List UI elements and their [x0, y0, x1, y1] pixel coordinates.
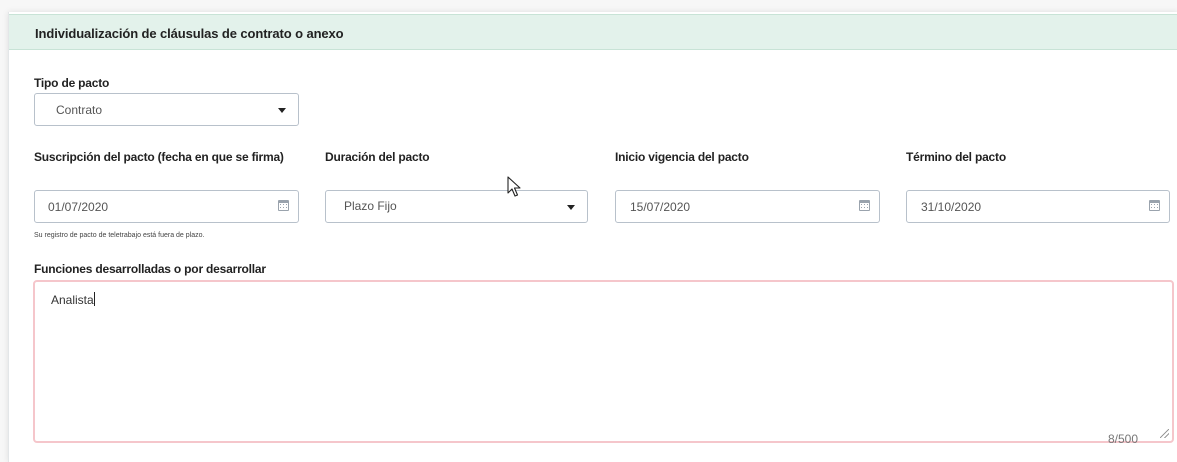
- tipo-pacto-label: Tipo de pacto: [34, 76, 110, 90]
- duracion-value: Plazo Fijo: [344, 199, 397, 213]
- text-cursor: [93, 292, 95, 306]
- character-counter: 8/500: [1108, 432, 1139, 446]
- termino-label: Término del pacto: [906, 150, 1006, 164]
- suscripcion-hint: Su registro de pacto de teletrabajo está…: [34, 232, 205, 239]
- suscripcion-label: Suscripción del pacto (fecha en que se f…: [34, 150, 284, 164]
- duracion-select[interactable]: Plazo Fijo: [325, 190, 588, 223]
- suscripcion-date-value: 01/07/2020: [48, 200, 109, 214]
- resize-handle-icon[interactable]: [1160, 429, 1169, 438]
- caret-down-icon: [567, 205, 575, 210]
- calendar-icon[interactable]: [278, 200, 289, 211]
- caret-down-icon: [278, 108, 286, 113]
- funciones-value: Analista: [51, 292, 95, 307]
- inicio-label: Inicio vigencia del pacto: [615, 150, 749, 164]
- inicio-date-value: 15/07/2020: [630, 200, 691, 214]
- funciones-textarea[interactable]: Analista: [33, 280, 1174, 443]
- tipo-pacto-value: Contrato: [56, 103, 103, 117]
- mouse-pointer-icon: [507, 176, 521, 197]
- funciones-label: Funciones desarrolladas o por desarrolla…: [34, 262, 266, 276]
- duracion-label: Duración del pacto: [325, 150, 430, 164]
- termino-date-value: 31/10/2020: [921, 200, 982, 214]
- card-header: Individualización de cláusulas de contra…: [9, 14, 1177, 50]
- calendar-icon[interactable]: [1149, 200, 1160, 211]
- calendar-icon[interactable]: [859, 200, 870, 211]
- inicio-date-input[interactable]: 15/07/2020: [615, 190, 880, 223]
- funciones-text: Analista: [51, 293, 94, 307]
- section-title: Individualización de cláusulas de contra…: [35, 26, 344, 41]
- suscripcion-date-input[interactable]: 01/07/2020: [34, 190, 299, 223]
- clauses-card: Individualización de cláusulas de contra…: [8, 12, 1177, 462]
- termino-date-input[interactable]: 31/10/2020: [906, 190, 1170, 223]
- tipo-pacto-select[interactable]: Contrato: [34, 93, 299, 126]
